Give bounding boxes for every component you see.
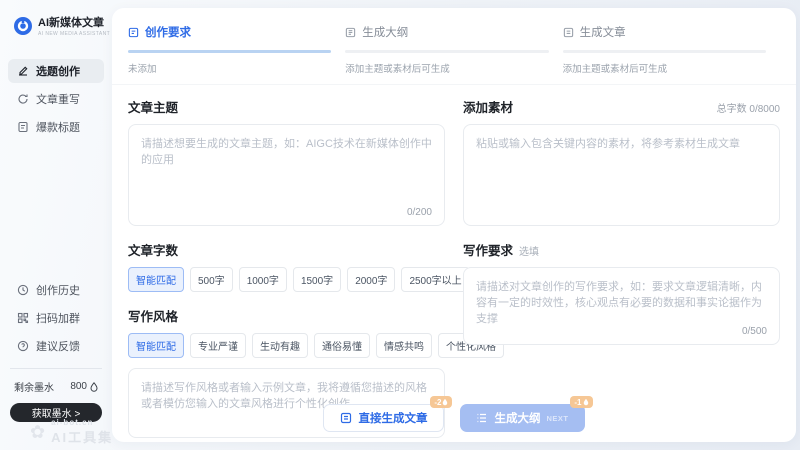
style-section-title: 写作风格 xyxy=(128,306,178,325)
step-status: 添加主题或素材后可生成 xyxy=(345,61,548,75)
outline-cost-badge: -1 xyxy=(570,396,592,408)
word-count-chip-2500plus[interactable]: 2500字以上 xyxy=(401,267,469,292)
step-label: 生成大纲 xyxy=(362,24,408,40)
step-header: 创作要求 未添加 生成大纲 添加主题或素材后可生成 xyxy=(112,8,796,75)
generate-outline-button[interactable]: 生成大纲 NEXT xyxy=(460,404,584,432)
step-label: 生成文章 xyxy=(580,24,626,40)
step-status: 添加主题或素材后可生成 xyxy=(563,61,766,75)
sidebar-item-qr-group[interactable]: 扫码加群 xyxy=(8,306,104,330)
sidebar-divider xyxy=(10,368,102,369)
requirements-counter: 0/500 xyxy=(742,326,767,337)
watermark-logo-icon: ✿ xyxy=(30,423,45,441)
word-count-chip-500[interactable]: 500字 xyxy=(190,267,233,292)
style-chip-accessible[interactable]: 通俗易懂 xyxy=(314,333,370,358)
step-progress-bar xyxy=(128,50,331,53)
requirements-section-title: 写作要求 xyxy=(463,240,513,259)
question-icon xyxy=(17,340,29,352)
sidebar-item-label: 创作历史 xyxy=(36,282,80,298)
requirements-optional-tag: 选填 xyxy=(519,243,539,258)
next-tag: NEXT xyxy=(546,414,568,423)
word-count-chip-smart[interactable]: 智能匹配 xyxy=(128,267,184,292)
step-generate-outline[interactable]: 生成大纲 添加主题或素材后可生成 xyxy=(345,24,562,75)
material-total-counter: 0/8000 xyxy=(749,104,780,115)
refresh-icon xyxy=(17,93,29,105)
style-chip-vivid[interactable]: 生动有趣 xyxy=(252,333,308,358)
watermark-title: AI工具集 xyxy=(51,427,113,446)
app-logo: AI新媒体文章 AI NEW MEDIA ASSISTANT xyxy=(8,14,104,37)
topic-input[interactable] xyxy=(129,125,444,225)
right-column: 添加素材 总字数 0/8000 写作要求 选填 0/500 xyxy=(463,97,780,438)
form-icon xyxy=(128,27,139,38)
watermark-url: ai-bot.cn xyxy=(51,418,113,427)
clock-icon xyxy=(17,284,29,296)
step-label: 创作要求 xyxy=(145,24,191,40)
step-progress-bar xyxy=(563,50,766,53)
sidebar-item-article-rewrite[interactable]: 文章重写 xyxy=(8,87,104,111)
word-count-chip-1000[interactable]: 1000字 xyxy=(239,267,287,292)
sidebar-item-label: 选题创作 xyxy=(36,63,80,79)
word-count-section-title: 文章字数 xyxy=(128,240,178,259)
style-chip-professional[interactable]: 专业严谨 xyxy=(190,333,246,358)
app-subtitle: AI NEW MEDIA ASSISTANT xyxy=(38,31,110,37)
sidebar-item-feedback[interactable]: 建议反馈 xyxy=(8,334,104,358)
sidebar-item-label: 扫码加群 xyxy=(36,310,80,326)
list-icon xyxy=(476,412,488,424)
word-count-chip-2000[interactable]: 2000字 xyxy=(347,267,395,292)
generate-article-button[interactable]: 直接生成文章 xyxy=(323,404,444,432)
step-status: 未添加 xyxy=(128,61,331,75)
sidebar-item-topic-creation[interactable]: 选题创作 xyxy=(8,59,104,83)
ink-drop-icon xyxy=(90,382,98,392)
article-icon xyxy=(563,27,574,38)
step-progress-bar xyxy=(345,50,548,53)
step-generate-article[interactable]: 生成文章 添加主题或素材后可生成 xyxy=(563,24,780,75)
sidebar: AI新媒体文章 AI NEW MEDIA ASSISTANT 选题创作 文章重写… xyxy=(0,0,112,450)
step-creation-requirements[interactable]: 创作要求 未添加 xyxy=(128,24,345,75)
outline-icon xyxy=(345,27,356,38)
style-chip-smart[interactable]: 智能匹配 xyxy=(128,333,184,358)
topic-section-title: 文章主题 xyxy=(128,97,178,116)
material-section-title: 添加素材 xyxy=(463,97,513,116)
sidebar-item-label: 文章重写 xyxy=(36,91,80,107)
requirements-input[interactable] xyxy=(464,268,779,344)
ink-drop-icon xyxy=(442,398,448,406)
document-icon xyxy=(17,121,29,133)
sidebar-item-label: 爆款标题 xyxy=(36,119,80,135)
footer-actions: -2 直接生成文章 -1 生成大纲 NEXT xyxy=(112,404,796,432)
sidebar-item-history[interactable]: 创作历史 xyxy=(8,278,104,302)
style-chip-emotional[interactable]: 情感共鸣 xyxy=(376,333,432,358)
article-icon xyxy=(340,412,352,424)
app-title: AI新媒体文章 xyxy=(38,14,110,30)
main-panel: 创作要求 未添加 生成大纲 添加主题或素材后可生成 xyxy=(112,8,796,442)
left-column: 文章主题 0/200 文章字数 智能匹配 500字 1000字 1500字 20… xyxy=(128,97,445,438)
qr-code-icon xyxy=(17,312,29,324)
ink-balance-label: 剩余墨水 xyxy=(14,379,54,394)
material-total-label: 总字数 xyxy=(717,104,747,115)
edit-icon xyxy=(17,65,29,77)
watermark: ✿ ai-bot.cn AI工具集 xyxy=(30,418,113,446)
article-cost-badge: -2 xyxy=(430,396,452,408)
word-count-chip-1500[interactable]: 1500字 xyxy=(293,267,341,292)
sidebar-item-hot-title[interactable]: 爆款标题 xyxy=(8,115,104,139)
ink-balance-value: 800 xyxy=(70,381,87,392)
word-count-options: 智能匹配 500字 1000字 1500字 2000字 2500字以上 输入字数 xyxy=(128,267,445,292)
topic-counter: 0/200 xyxy=(407,207,432,218)
style-options: 智能匹配 专业严谨 生动有趣 通俗易懂 情感共鸣 个性化风格 xyxy=(128,333,445,358)
material-input[interactable] xyxy=(464,125,779,225)
sidebar-item-label: 建议反馈 xyxy=(36,338,80,354)
app-logo-icon xyxy=(14,17,32,35)
ink-drop-icon xyxy=(583,398,589,406)
